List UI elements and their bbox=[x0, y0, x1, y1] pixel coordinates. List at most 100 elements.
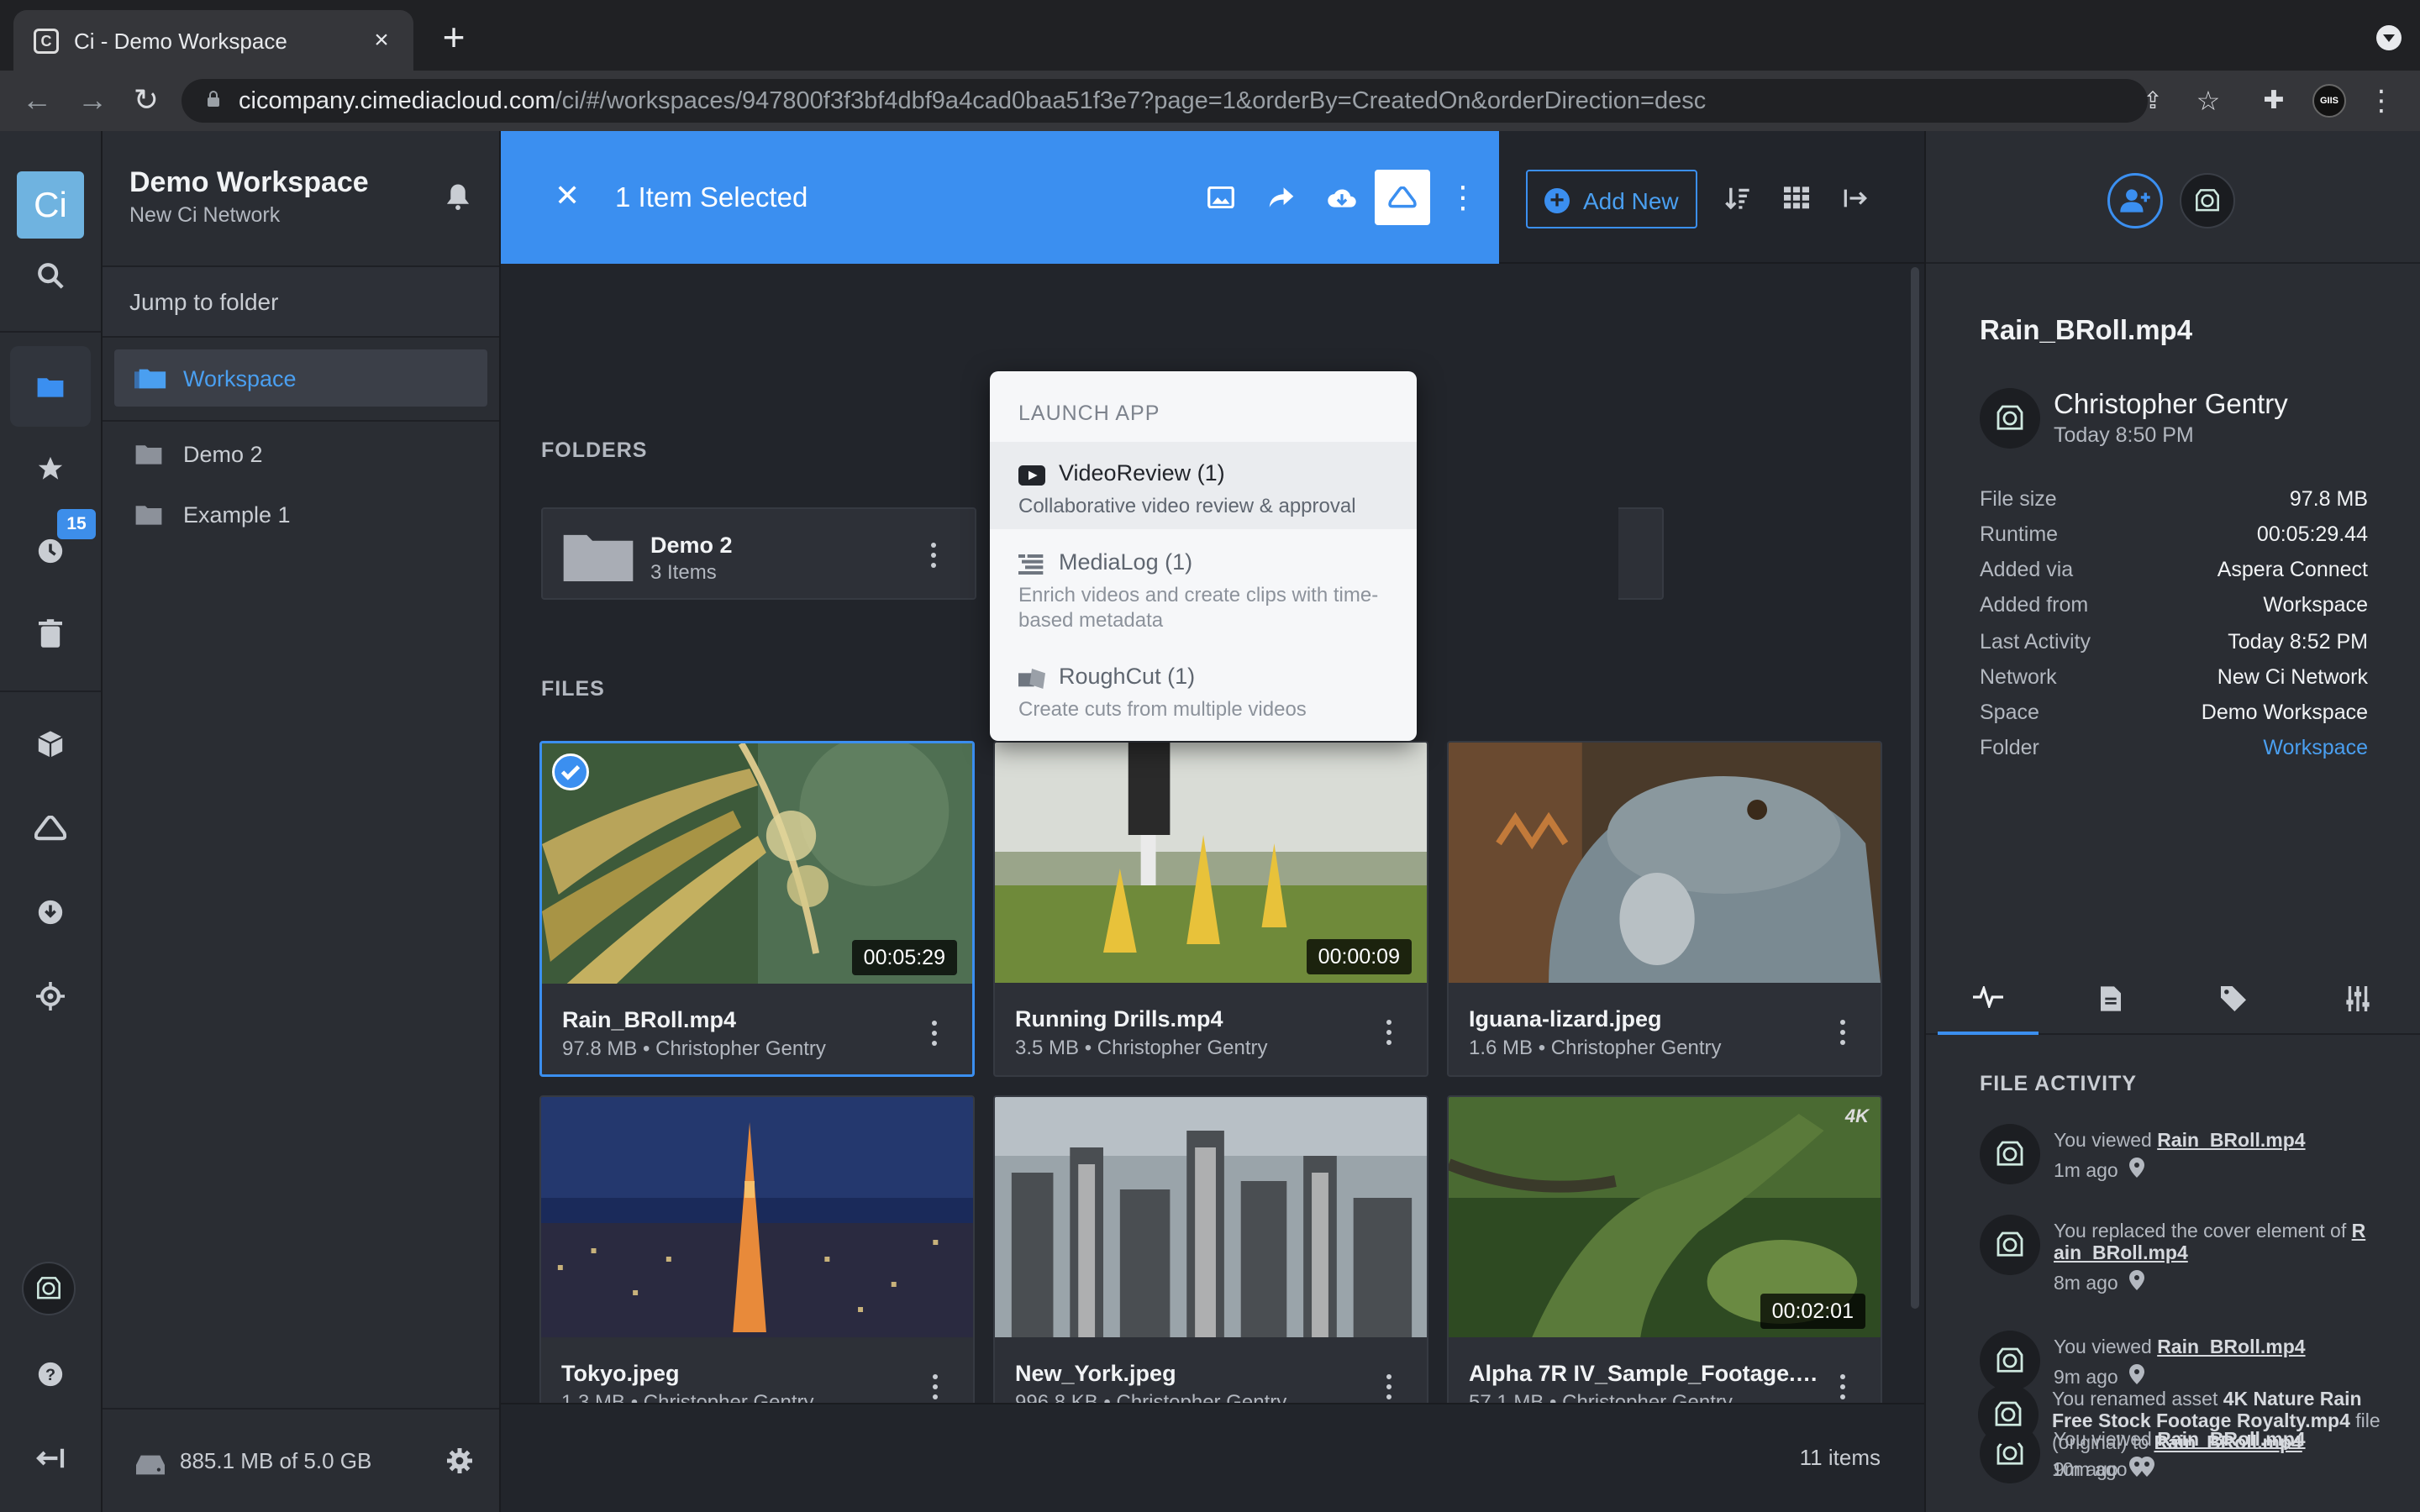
recent-count-badge: 15 bbox=[57, 509, 96, 539]
address-bar[interactable]: cicompany.cimediacloud.com/ci/#/workspac… bbox=[182, 79, 2148, 123]
folders-nav-icon[interactable] bbox=[10, 346, 91, 427]
extensions-icon[interactable]: ✚ bbox=[2255, 82, 2292, 119]
favorites-star-icon[interactable] bbox=[10, 428, 91, 509]
browser-tab[interactable]: C Ci - Demo Workspace × bbox=[13, 10, 413, 71]
menu-item-roughcut[interactable]: RoughCut (1) Create cuts from multiple v… bbox=[990, 645, 1417, 732]
owner-avatar-icon[interactable] bbox=[2180, 173, 2235, 228]
file-menu-icon[interactable] bbox=[932, 1021, 939, 1047]
launch-app-icon[interactable] bbox=[1375, 170, 1430, 225]
storage-text: 885.1 MB of 5.0 GB bbox=[180, 1448, 372, 1473]
selection-count: 1 Item Selected bbox=[615, 181, 808, 213]
tab-activity[interactable] bbox=[1938, 963, 2039, 1035]
file-menu-icon[interactable] bbox=[1386, 1374, 1393, 1401]
launch-app-menu: LAUNCH APP VideoReview (1) Collaborative… bbox=[990, 371, 1417, 741]
file-card-iguana[interactable]: Iguana-lizard.jpeg 1.6 MB • Christopher … bbox=[1447, 741, 1882, 1077]
file-card-new-york[interactable]: New_York.jpeg 996.8 KB • Christopher Gen… bbox=[993, 1095, 1428, 1403]
file-card-tokyo[interactable]: Tokyo.jpeg 1.3 MB • Christopher Gentry bbox=[539, 1095, 975, 1403]
file-menu-icon[interactable] bbox=[933, 1374, 939, 1401]
owner-time: Today 8:50 PM bbox=[2054, 423, 2194, 447]
logout-icon[interactable] bbox=[10, 1418, 91, 1499]
user-avatar-icon[interactable] bbox=[22, 1262, 76, 1315]
back-icon[interactable]: ← bbox=[17, 81, 57, 121]
main-toolbar: + Add New bbox=[1499, 131, 1924, 264]
grid-view-icon[interactable] bbox=[1780, 181, 1813, 215]
share-page-icon[interactable]: ⇪ bbox=[2134, 82, 2171, 119]
item-count: 11 items bbox=[1799, 1445, 1881, 1470]
help-icon[interactable]: ? bbox=[10, 1334, 91, 1415]
details-topbar bbox=[1926, 131, 2420, 264]
location-pin-icon[interactable] bbox=[2129, 1158, 2144, 1178]
search-icon[interactable] bbox=[10, 235, 91, 316]
file-name: Tokyo.jpeg bbox=[561, 1361, 680, 1386]
reload-icon[interactable]: ↻ bbox=[126, 81, 166, 121]
activity-file-link[interactable]: Rain_BRoll.mp4 bbox=[2157, 1336, 2305, 1357]
storage-settings-gear-icon[interactable] bbox=[447, 1448, 472, 1473]
activity-avatar-icon bbox=[1980, 1215, 2040, 1275]
cloud-download-icon[interactable] bbox=[1314, 170, 1370, 225]
folder-card-example-1[interactable] bbox=[1618, 507, 1664, 600]
menu-item-videoreview[interactable]: VideoReview (1) Collaborative video revi… bbox=[990, 442, 1417, 529]
file-menu-icon[interactable] bbox=[1840, 1020, 1847, 1047]
file-menu-icon[interactable] bbox=[1386, 1020, 1393, 1047]
trash-icon[interactable] bbox=[10, 593, 91, 674]
bookmark-star-icon[interactable]: ☆ bbox=[2190, 82, 2227, 119]
tab-title: Ci - Demo Workspace bbox=[74, 29, 287, 54]
notifications-bell-icon[interactable] bbox=[445, 183, 471, 210]
file-card-alpha-7r[interactable]: 4K 00:02:01 Alpha 7R IV_Sample_Footage.m… bbox=[1447, 1095, 1882, 1403]
add-new-button[interactable]: + Add New bbox=[1526, 170, 1697, 228]
tree-item-workspace[interactable]: Workspace bbox=[114, 349, 487, 407]
file-meta: 3.5 MB • Christopher Gentry bbox=[1015, 1037, 1268, 1059]
hard-drive-icon bbox=[136, 1455, 165, 1475]
forward-icon[interactable]: → bbox=[72, 81, 113, 121]
share-arrow-icon[interactable] bbox=[1254, 170, 1309, 225]
folder-link[interactable]: Workspace bbox=[2263, 736, 2368, 760]
package-cube-icon[interactable] bbox=[10, 704, 91, 785]
menu-item-medialog[interactable]: MediaLog (1) Enrich videos and create cl… bbox=[990, 531, 1417, 643]
location-pin-icon[interactable] bbox=[2139, 1457, 2154, 1477]
ci-favicon-icon: C bbox=[34, 29, 59, 54]
image-thumbnail bbox=[1449, 743, 1881, 983]
sort-icon[interactable] bbox=[1721, 181, 1754, 215]
activity-file-link[interactable]: Rain_BRoll.mp4 bbox=[2157, 1129, 2305, 1151]
clear-selection-icon[interactable]: ✕ bbox=[555, 178, 580, 213]
tab-search-icon[interactable] bbox=[2376, 25, 2402, 50]
file-card-rain-broll[interactable]: 00:05:29 Rain_BRoll.mp4 97.8 MB • Christ… bbox=[539, 741, 975, 1077]
tab-metadata[interactable] bbox=[2060, 963, 2161, 1035]
apps-cloud-icon[interactable] bbox=[10, 788, 91, 869]
video-duration: 00:02:01 bbox=[1760, 1294, 1865, 1329]
location-pin-icon[interactable] bbox=[2129, 1364, 2144, 1384]
activity-file-link[interactable]: Rain_BRoll.mp4 bbox=[2154, 1431, 2302, 1453]
file-name: Alpha 7R IV_Sample_Footage.m... bbox=[1469, 1361, 1822, 1386]
set-cover-image-icon[interactable] bbox=[1193, 170, 1249, 225]
details-filename: Rain_BRoll.mp4 bbox=[1980, 314, 2193, 345]
new-tab-icon[interactable]: + bbox=[434, 18, 474, 59]
tab-settings[interactable] bbox=[2307, 963, 2408, 1035]
browser-tab-strip: C Ci - Demo Workspace × + bbox=[0, 0, 2420, 71]
selected-check-icon[interactable] bbox=[552, 753, 589, 790]
folder-sidebar: Demo Workspace New Ci Network Jump to fo… bbox=[103, 131, 501, 1512]
tree-item-demo-2[interactable]: Demo 2 bbox=[114, 425, 487, 482]
svg-text:?: ? bbox=[45, 1366, 55, 1384]
file-card-running-drills[interactable]: 00:00:09 Running Drills.mp4 3.5 MB • Chr… bbox=[993, 741, 1428, 1077]
browser-menu-icon[interactable]: ⋮ bbox=[2363, 82, 2400, 119]
add-user-icon[interactable] bbox=[2107, 173, 2163, 228]
folder-card-demo-2[interactable]: Demo 2 3 Items bbox=[541, 507, 976, 600]
jump-to-folder-input[interactable]: Jump to folder bbox=[103, 265, 499, 338]
ci-logo[interactable]: Ci bbox=[17, 171, 84, 239]
content-scrollbar[interactable] bbox=[1911, 267, 1919, 1309]
download-icon[interactable] bbox=[10, 872, 91, 953]
icon-rail: Ci 15 ? bbox=[0, 131, 103, 1512]
tree-item-example-1[interactable]: Example 1 bbox=[114, 486, 487, 543]
prop-added-via: Added via Aspera Connect bbox=[1980, 558, 2368, 581]
file-menu-icon[interactable] bbox=[1840, 1374, 1847, 1401]
folder-menu-icon[interactable] bbox=[931, 543, 938, 570]
prop-folder: Folder Workspace bbox=[1980, 736, 2368, 760]
profile-avatar[interactable]: GIIS bbox=[2312, 84, 2346, 118]
more-actions-icon[interactable]: ⋮ bbox=[1435, 170, 1491, 225]
activity-avatar-icon bbox=[1978, 1384, 2039, 1445]
close-tab-icon[interactable]: × bbox=[365, 24, 398, 57]
collapse-details-icon[interactable] bbox=[1839, 181, 1872, 215]
location-pin-icon[interactable] bbox=[2129, 1270, 2144, 1290]
tab-tags[interactable] bbox=[2183, 963, 2284, 1035]
target-crosshair-icon[interactable] bbox=[10, 956, 91, 1037]
